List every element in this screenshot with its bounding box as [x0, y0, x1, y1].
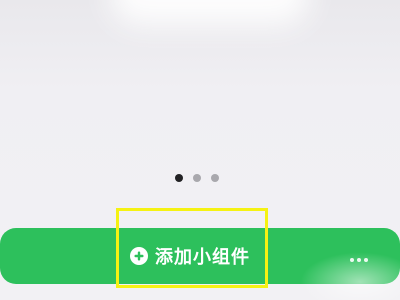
page-indicator[interactable] — [175, 174, 219, 182]
page-dot-3[interactable] — [211, 174, 219, 182]
more-dots-icon — [350, 258, 368, 262]
add-widget-button-content: 添加小组件 — [130, 243, 250, 269]
add-widget-label: 添加小组件 — [155, 247, 250, 268]
blurred-widget-preview — [110, 0, 310, 25]
plus-circle-icon — [130, 247, 148, 265]
add-widget-button[interactable]: 添加小组件 — [0, 228, 400, 284]
page-dot-1[interactable] — [175, 174, 183, 182]
home-screen-edit: 添加小组件 — [0, 0, 400, 300]
page-dot-2[interactable] — [193, 174, 201, 182]
